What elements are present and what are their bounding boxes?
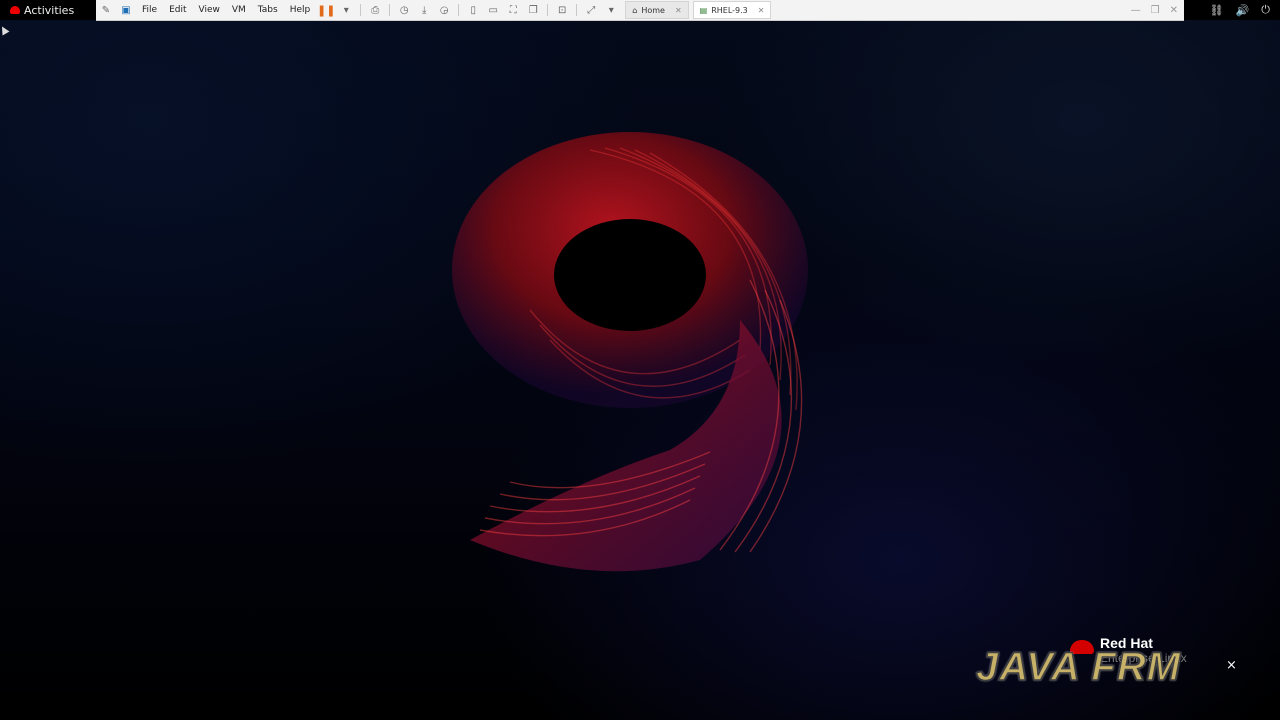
- toolbar-separator: [576, 4, 578, 16]
- menu-tabs[interactable]: Tabs: [252, 0, 284, 20]
- watermark-logo: JAVA FRM: [975, 644, 1182, 690]
- pin-icon[interactable]: ✎: [98, 2, 114, 18]
- restore-icon[interactable]: ❐: [1151, 5, 1160, 16]
- redhat-logo-icon: [10, 6, 20, 14]
- toolbar-separator: [360, 4, 362, 16]
- vmware-window-bar: ✎ ▣ File Edit View VM Tabs Help ❚❚ ▾ ⎙ ◷…: [96, 0, 1184, 21]
- minimize-icon[interactable]: —: [1131, 5, 1141, 16]
- menu-edit[interactable]: Edit: [163, 0, 192, 20]
- send-ctrl-alt-del-icon[interactable]: ⎙: [367, 2, 383, 18]
- window-controls: — ❐ ✕: [1131, 5, 1184, 16]
- stretch-guest-icon[interactable]: ⤢: [583, 2, 599, 18]
- toolbar-separator: [547, 4, 549, 16]
- vm-tab-icon: ▤: [699, 5, 708, 15]
- home-icon: ⌂: [632, 5, 638, 15]
- dropdown-arrow-icon[interactable]: ▾: [338, 2, 354, 18]
- watermark-close-icon[interactable]: ×: [1226, 658, 1237, 673]
- tab-rhel[interactable]: ▤ RHEL-9.3 ✕: [692, 1, 772, 19]
- close-tab-icon[interactable]: ✕: [675, 6, 682, 15]
- menu-help[interactable]: Help: [284, 0, 317, 20]
- toolbar-separator: [389, 4, 391, 16]
- tab-home[interactable]: ⌂ Home ✕: [625, 1, 689, 19]
- show-library-icon[interactable]: ▯: [465, 2, 481, 18]
- rhel9-wallpaper-graphic: [452, 132, 808, 572]
- revert-snapshot-icon[interactable]: ⤓: [416, 2, 432, 18]
- pause-icon[interactable]: ❚❚: [317, 2, 335, 18]
- snapshot-manager-icon[interactable]: ◶: [436, 2, 452, 18]
- close-tab-icon[interactable]: ✕: [758, 6, 765, 15]
- activities-label: Activities: [24, 3, 75, 17]
- network-icon[interactable]: ⛓: [1210, 4, 1224, 17]
- full-screen-icon[interactable]: ⛶: [505, 2, 521, 18]
- tab-rhel-label: RHEL-9.3: [711, 5, 748, 15]
- toolbar-separator: [458, 4, 460, 16]
- vmware-logo-icon: ▣: [121, 4, 131, 16]
- power-icon[interactable]: ⏻: [1261, 3, 1270, 17]
- volume-icon[interactable]: 🔊: [1236, 4, 1250, 17]
- menu-vm[interactable]: VM: [226, 0, 252, 20]
- mouse-cursor-icon: [0, 24, 10, 36]
- unity-icon[interactable]: ❐: [525, 2, 541, 18]
- thumbnail-bar-icon[interactable]: ▭: [485, 2, 501, 18]
- menu-view[interactable]: View: [193, 0, 226, 20]
- tab-home-label: Home: [641, 5, 665, 15]
- console-view-icon[interactable]: ⊡: [554, 2, 570, 18]
- desktop-screen: Activities ⛓ 🔊 ⏻ ✎ ▣ File Edit View VM T…: [0, 0, 1280, 720]
- system-tray: ⛓ 🔊 ⏻: [1210, 2, 1270, 18]
- dropdown-arrow-icon[interactable]: ▾: [603, 2, 619, 18]
- close-window-icon[interactable]: ✕: [1170, 5, 1178, 16]
- activities-button[interactable]: Activities: [10, 2, 74, 18]
- menu-file[interactable]: File: [136, 0, 163, 20]
- snapshot-icon[interactable]: ◷: [396, 2, 412, 18]
